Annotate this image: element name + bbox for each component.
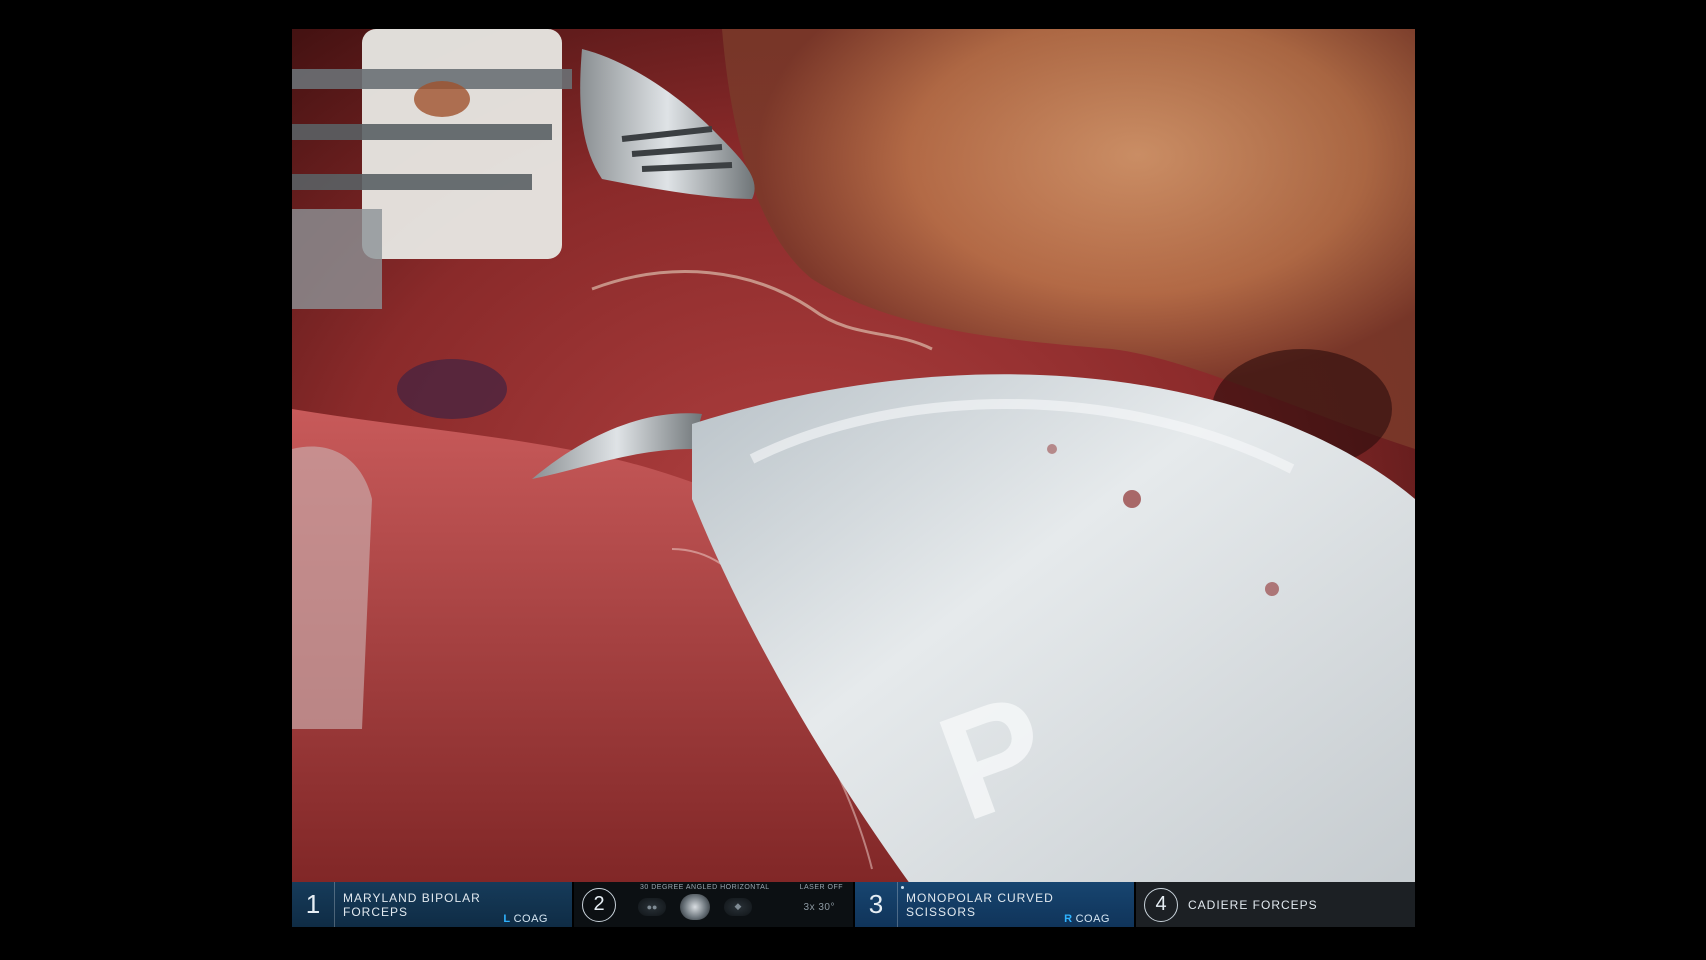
camera-scope-icon[interactable] — [680, 893, 710, 920]
surgical-scene-illustration: P — [292, 29, 1415, 927]
camera-zoom-in-icon[interactable]: ◆ — [724, 897, 752, 916]
camera-angle-readout: 3x 30° — [803, 902, 835, 913]
instrument-slot-4[interactable]: 4 CADIERE FORCEPS — [1134, 882, 1415, 927]
camera-controls: ●● ◆ — [638, 893, 752, 920]
instrument-name-1: MARYLAND BIPOLAR FORCEPS — [343, 890, 481, 919]
energy-mode-3: COAG — [1075, 913, 1110, 925]
camera-slot-2[interactable]: 2 30 DEGREE ANGLED HORIZONTAL LASER OFF … — [572, 882, 853, 927]
arm-number-1: 1 — [292, 882, 335, 927]
energy-pedal-letter-1: L — [503, 913, 511, 925]
surgical-console-screen: P 1 MARYLAND BIPOLAR FORCEPS L COAG 2 30 … — [0, 0, 1706, 960]
instrument-status-bar: 1 MARYLAND BIPOLAR FORCEPS L COAG 2 30 DE… — [292, 882, 1415, 927]
instrument-name-4: CADIERE FORCEPS — [1188, 897, 1318, 912]
instrument-slot-1[interactable]: 1 MARYLAND BIPOLAR FORCEPS L COAG — [292, 882, 572, 927]
energy-indicator-3: R COAG — [1064, 913, 1110, 925]
energy-pedal-letter-3: R — [1064, 913, 1073, 925]
dark-vessel-spot — [397, 359, 507, 419]
endoscope-video-feed: P — [292, 29, 1415, 927]
gauze-sponge — [292, 446, 372, 729]
instrument-slot-3[interactable]: 3 MONOPOLAR CURVED SCISSORS R COAG — [853, 882, 1134, 927]
energy-indicator-1: L COAG — [503, 913, 548, 925]
camera-mode-label: 30 DEGREE ANGLED HORIZONTAL — [640, 884, 770, 891]
laser-status-label: LASER OFF — [799, 884, 843, 891]
active-arm-dot-icon — [901, 886, 904, 889]
arm-number-2: 2 — [582, 887, 616, 922]
arm-number-4: 4 — [1144, 887, 1178, 922]
camera-zoom-out-icon[interactable]: ●● — [638, 897, 666, 916]
instrument-name-3: MONOPOLAR CURVED SCISSORS — [906, 890, 1054, 919]
arm-number-3: 3 — [855, 882, 898, 927]
energy-mode-1: COAG — [513, 913, 548, 925]
